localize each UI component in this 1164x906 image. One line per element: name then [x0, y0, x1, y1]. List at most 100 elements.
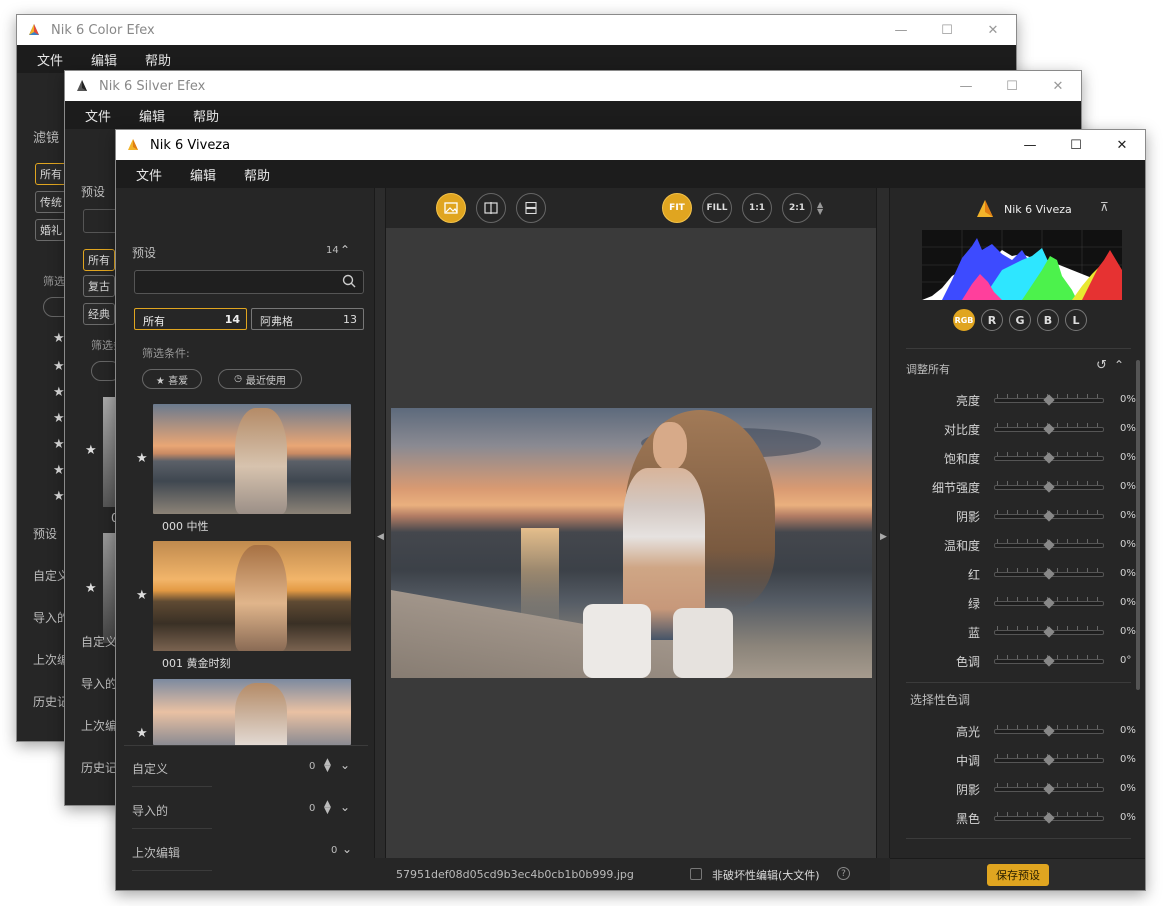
- menu-edit[interactable]: 编辑: [91, 50, 117, 69]
- star-icon[interactable]: ★: [53, 411, 65, 426]
- titlebar[interactable]: Nik 6 Color Efex — ☐ ✕: [17, 15, 1016, 45]
- selective-shadows-slider[interactable]: [994, 783, 1104, 795]
- tab-afog[interactable]: 阿弗格 13: [251, 308, 364, 330]
- side-history[interactable]: 历史记: [81, 759, 117, 776]
- scrollbar[interactable]: [1136, 360, 1140, 690]
- preset-heading: 预设: [81, 185, 106, 199]
- section-custom[interactable]: 自定义: [132, 760, 168, 777]
- minimize-icon[interactable]: —: [878, 15, 924, 45]
- menu-edit[interactable]: 编辑: [190, 165, 216, 184]
- nondestructive-checkbox[interactable]: [690, 868, 702, 880]
- section-last-edit[interactable]: 上次编辑: [132, 844, 180, 861]
- zoom-fit-button[interactable]: FIT: [662, 193, 692, 223]
- minimize-icon[interactable]: —: [943, 71, 989, 101]
- star-icon[interactable]: ★: [53, 385, 65, 400]
- selective-blacks-slider[interactable]: [994, 812, 1104, 824]
- side-last-edit[interactable]: 上次编: [81, 717, 117, 734]
- main-photo[interactable]: [391, 408, 872, 678]
- preset-thumb[interactable]: [153, 541, 351, 651]
- slider-brightness[interactable]: [994, 394, 1104, 406]
- side-presets[interactable]: 预设: [33, 525, 57, 542]
- menu-file[interactable]: 文件: [37, 50, 63, 69]
- chip-classic[interactable]: 经典: [83, 303, 115, 325]
- zoom-fill-button[interactable]: FILL: [702, 193, 732, 223]
- canvas[interactable]: [386, 228, 890, 858]
- search-input[interactable]: [134, 270, 364, 294]
- recent-button[interactable]: ◷ 最近使用: [218, 369, 302, 389]
- close-icon[interactable]: ✕: [970, 15, 1016, 45]
- star-icon[interactable]: ★: [136, 451, 148, 466]
- chevron-down-icon[interactable]: ⌄: [340, 800, 350, 814]
- preset-thumb[interactable]: [153, 679, 351, 745]
- preset-label: 000 中性: [162, 520, 209, 533]
- slider-blue[interactable]: [994, 626, 1104, 638]
- titlebar[interactable]: Nik 6 Silver Efex — ☐ ✕: [65, 71, 1081, 101]
- selective-midtones-slider[interactable]: [994, 754, 1104, 766]
- star-icon[interactable]: ★: [85, 443, 97, 458]
- chip-traditional[interactable]: 传统: [35, 191, 67, 213]
- sort-icon[interactable]: ▲ ▼: [324, 800, 331, 816]
- chip-retro[interactable]: 复古: [83, 275, 115, 297]
- slider-green[interactable]: [994, 597, 1104, 609]
- star-icon[interactable]: ★: [136, 588, 148, 603]
- sort-icon[interactable]: ▲ ▼: [324, 758, 331, 774]
- zoom-1-1-button[interactable]: 1:1: [742, 193, 772, 223]
- selective-highlights-slider[interactable]: [994, 725, 1104, 737]
- window-viveza: Nik 6 Viveza — ☐ ✕ 文件 编辑 帮助 预设 14 ⌃ 所有 1…: [115, 129, 1146, 891]
- close-icon[interactable]: ✕: [1035, 71, 1081, 101]
- slider-saturation[interactable]: [994, 452, 1104, 464]
- collapse-left-icon[interactable]: ◀: [377, 532, 384, 542]
- titlebar[interactable]: Nik 6 Viveza — ☐ ✕: [116, 130, 1145, 160]
- side-imported[interactable]: 导入的: [81, 675, 117, 692]
- slider-structure[interactable]: [994, 481, 1104, 493]
- menu-file[interactable]: 文件: [136, 165, 162, 184]
- center-toolbar: FIT FILL 1:1 2:1 ▲ ▼: [386, 188, 890, 228]
- menu-file[interactable]: 文件: [85, 106, 111, 125]
- chevron-down-icon[interactable]: ⌄: [340, 758, 350, 772]
- star-icon[interactable]: ★: [53, 437, 65, 452]
- menu-help[interactable]: 帮助: [244, 165, 270, 184]
- star-icon[interactable]: ★: [85, 581, 97, 596]
- fav-button[interactable]: ★ 喜爱: [142, 369, 202, 389]
- zoom-stepper-icon[interactable]: ▲ ▼: [817, 201, 823, 216]
- star-icon[interactable]: ★: [53, 331, 65, 346]
- search-icon[interactable]: [342, 273, 356, 292]
- slider-hue[interactable]: [994, 655, 1104, 667]
- maximize-icon[interactable]: ☐: [1053, 130, 1099, 160]
- selective-shadows-value: 0%: [1120, 783, 1136, 794]
- chip-wedding[interactable]: 婚礼: [35, 219, 67, 241]
- star-icon[interactable]: ★: [53, 359, 65, 374]
- app-logo-icon: [73, 77, 91, 95]
- slider-contrast[interactable]: [994, 423, 1104, 435]
- maximize-icon[interactable]: ☐: [924, 15, 970, 45]
- star-icon[interactable]: ★: [136, 726, 148, 741]
- maximize-icon[interactable]: ☐: [989, 71, 1035, 101]
- help-icon[interactable]: ?: [837, 867, 850, 880]
- zoom-2-1-button[interactable]: 2:1: [782, 193, 812, 223]
- left-collapse-strip[interactable]: ◀: [374, 188, 386, 858]
- side-custom[interactable]: 自定义: [81, 633, 117, 650]
- collapse-icon[interactable]: ⌃: [340, 243, 350, 257]
- menu-help[interactable]: 帮助: [193, 106, 219, 125]
- view-split-button[interactable]: [476, 193, 506, 223]
- star-icon[interactable]: ★: [53, 489, 65, 504]
- section-imported[interactable]: 导入的: [132, 802, 168, 819]
- chevron-down-icon[interactable]: ⌄: [342, 842, 352, 856]
- tab-all[interactable]: 所有 14: [134, 308, 247, 330]
- close-icon[interactable]: ✕: [1099, 130, 1145, 160]
- chip-all[interactable]: 所有: [35, 163, 67, 185]
- star-icon[interactable]: ★: [53, 463, 65, 478]
- preset-thumb[interactable]: [153, 404, 351, 514]
- menu-edit[interactable]: 编辑: [139, 106, 165, 125]
- view-single-button[interactable]: [436, 193, 466, 223]
- slider-shadows[interactable]: [994, 510, 1104, 522]
- view-compare-button[interactable]: [516, 193, 546, 223]
- slider-warmth[interactable]: [994, 539, 1104, 551]
- collapse-right-icon[interactable]: ▶: [880, 532, 887, 542]
- menu-help[interactable]: 帮助: [145, 50, 171, 69]
- minimize-icon[interactable]: —: [1007, 130, 1053, 160]
- right-collapse-strip[interactable]: ▶: [876, 188, 890, 858]
- chip-all[interactable]: 所有: [83, 249, 115, 271]
- save-preset-button[interactable]: 保存预设: [987, 864, 1049, 886]
- slider-red[interactable]: [994, 568, 1104, 580]
